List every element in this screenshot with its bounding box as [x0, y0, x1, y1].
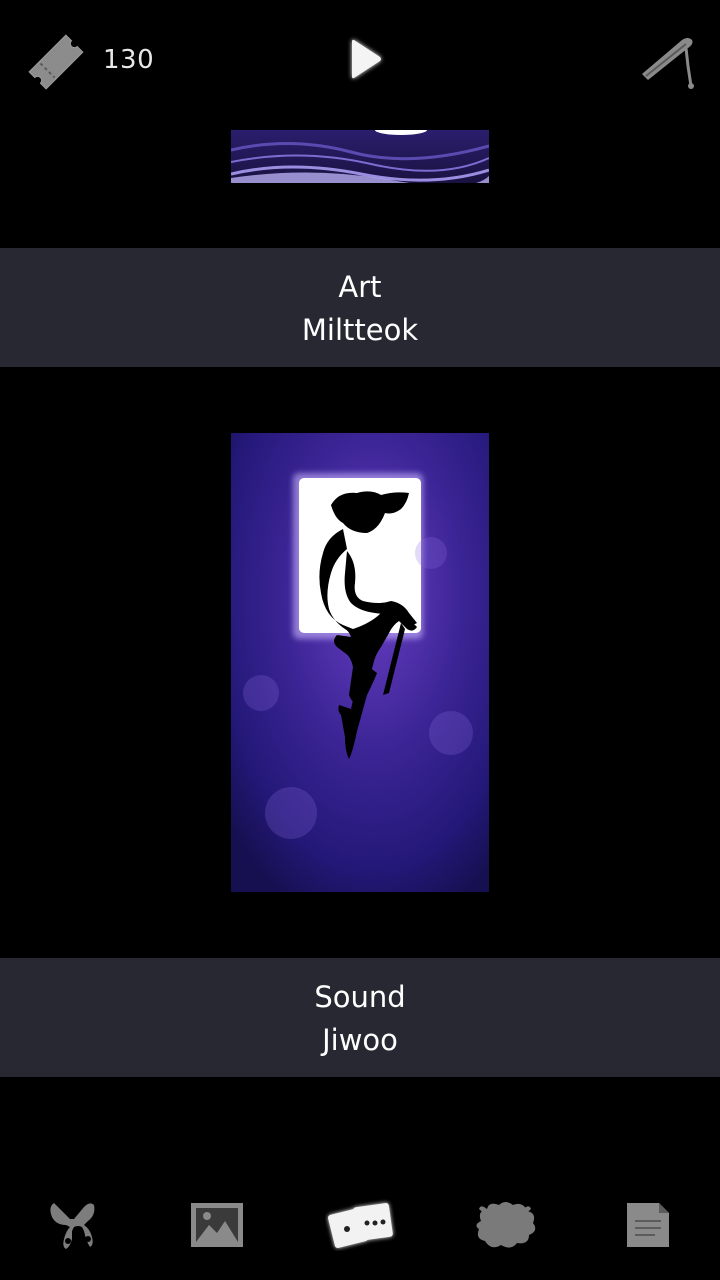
credit-role: Art: [338, 270, 382, 304]
sheep-icon[interactable]: [465, 1190, 545, 1260]
credit-name: Jiwoo: [322, 1023, 398, 1057]
ticket-count: 130: [103, 45, 155, 75]
top-bar: 130: [0, 0, 720, 125]
credit-name: Miltteok: [301, 313, 419, 347]
quill-pen-icon[interactable]: [636, 30, 700, 94]
notes-icon[interactable]: [607, 1190, 687, 1260]
credit-band-sound: Sound Jiwoo: [0, 958, 720, 1077]
credit-band-art: Art Miltteok: [0, 248, 720, 367]
cards-icon[interactable]: [321, 1190, 401, 1260]
bottom-navigation: [0, 1180, 720, 1270]
artwork-silhouette-window[interactable]: [231, 433, 489, 892]
credit-role: Sound: [314, 980, 406, 1014]
play-button[interactable]: [344, 34, 388, 84]
scissors-icon[interactable]: [32, 1190, 112, 1260]
gallery-icon[interactable]: [177, 1190, 257, 1260]
artwork-thumbnail-top[interactable]: [231, 130, 489, 183]
ticket-icon[interactable]: [22, 28, 90, 96]
